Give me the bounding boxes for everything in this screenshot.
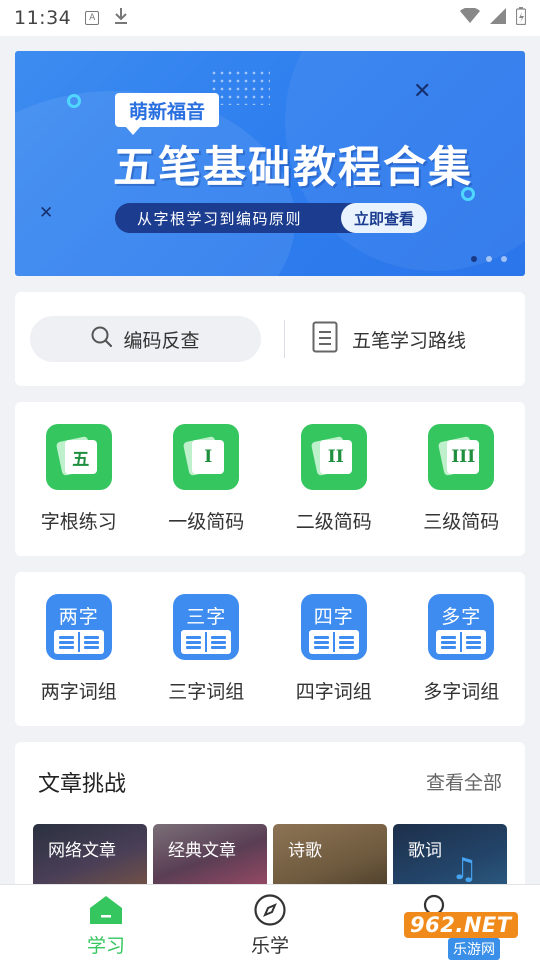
phrase-item-three[interactable]: 三字 三字词组 [143,572,271,726]
carousel-indicators [471,256,507,262]
four-char-book-icon: 四字 [300,594,367,660]
tab-fun[interactable]: 乐学 [188,885,352,960]
phrase-item-label: 三字词组 [168,681,245,703]
article-category-label: 诗歌 [288,841,322,861]
tab-study[interactable]: 学习 [24,885,188,960]
practice-item-level3[interactable]: III 三级简码 [398,402,526,556]
level3-code-icon: III [428,424,495,490]
carousel-dot-active[interactable] [471,256,477,262]
article-category-label: 经典文章 [168,841,236,861]
banner-subline: 从字根学习到编码原则 立即查看 [115,203,427,233]
banner-headline: 五笔基础教程合集 [113,143,473,193]
code-lookup-label: 编码反查 [123,329,200,352]
tools-card: 编码反查 五笔学习路线 [15,292,525,386]
document-icon [312,321,338,358]
article-category-label: 歌词 [408,841,442,861]
phrase-item-label: 多字词组 [423,681,500,703]
banner-ring-decoration [67,94,81,108]
banner-cross-decoration: ✕ [413,79,432,104]
divider [284,320,285,358]
search-icon [91,326,113,353]
phrase-item-label: 四字词组 [295,681,372,703]
banner-cta-button[interactable]: 立即查看 [341,203,427,233]
tab-label: 学习 [86,935,125,957]
home-icon [89,893,123,927]
banner-tag: 萌新福音 [115,93,220,135]
signal-icon [490,8,506,28]
watermark-brand: 962.NET [404,912,518,938]
phrase-item-multi[interactable]: 多字 多字词组 [398,572,526,726]
three-char-book-icon: 三字 [173,594,240,660]
two-char-book-icon: 两字 [45,594,112,660]
status-bar: 11:34 A [0,0,540,36]
level1-code-icon: I [173,424,240,490]
site-watermark: 962.NET 乐游网 [404,910,532,960]
battery-icon [515,7,527,29]
learning-route-label: 五笔学习路线 [352,329,467,352]
accessibility-notification-icon: A [85,11,100,25]
phrase-item-two[interactable]: 两字 两字词组 [15,572,143,726]
phrases-card: 两字 两字词组 三字 三字词组 四字 四字词组 多字 多字词组 [15,572,525,726]
practice-card: 五 字根练习 I 一级简码 II 二级简码 III 三级简码 [15,402,525,556]
watermark-site: 乐游网 [448,938,500,960]
status-time: 11:34 [14,7,72,29]
practice-item-label: 字根练习 [40,511,117,533]
level2-code-icon: II [300,424,367,490]
banner-subline-text: 从字根学习到编码原则 [137,209,303,228]
music-note-icon: ♫ [451,852,478,887]
carousel-dot[interactable] [501,256,507,262]
code-lookup-button[interactable]: 编码反查 [30,316,261,362]
tab-label: 乐学 [250,935,289,957]
practice-item-level1[interactable]: I 一级简码 [143,402,271,556]
banner-cross-decoration: ✕ [39,203,54,223]
practice-item-label: 三级简码 [423,511,500,533]
radical-practice-icon: 五 [45,424,112,490]
phrase-item-four[interactable]: 四字 四字词组 [270,572,398,726]
promo-banner[interactable]: ✕ ✕ 萌新福音 五笔基础教程合集 从字根学习到编码原则 立即查看 [15,51,525,276]
carousel-dot[interactable] [486,256,492,262]
phrase-item-label: 两字词组 [40,681,117,703]
article-category-label: 网络文章 [48,841,116,861]
practice-item-radicals[interactable]: 五 字根练习 [15,402,143,556]
view-all-link[interactable]: 查看全部 [426,768,502,795]
download-icon [113,7,129,29]
section-title: 文章挑战 [38,772,127,797]
practice-item-label: 一级简码 [168,511,245,533]
wifi-icon [460,7,480,28]
practice-item-label: 二级简码 [295,511,372,533]
compass-icon [253,893,287,927]
practice-item-level2[interactable]: II 二级简码 [270,402,398,556]
multi-char-book-icon: 多字 [428,594,495,660]
learning-route-button[interactable]: 五笔学习路线 [312,316,466,362]
